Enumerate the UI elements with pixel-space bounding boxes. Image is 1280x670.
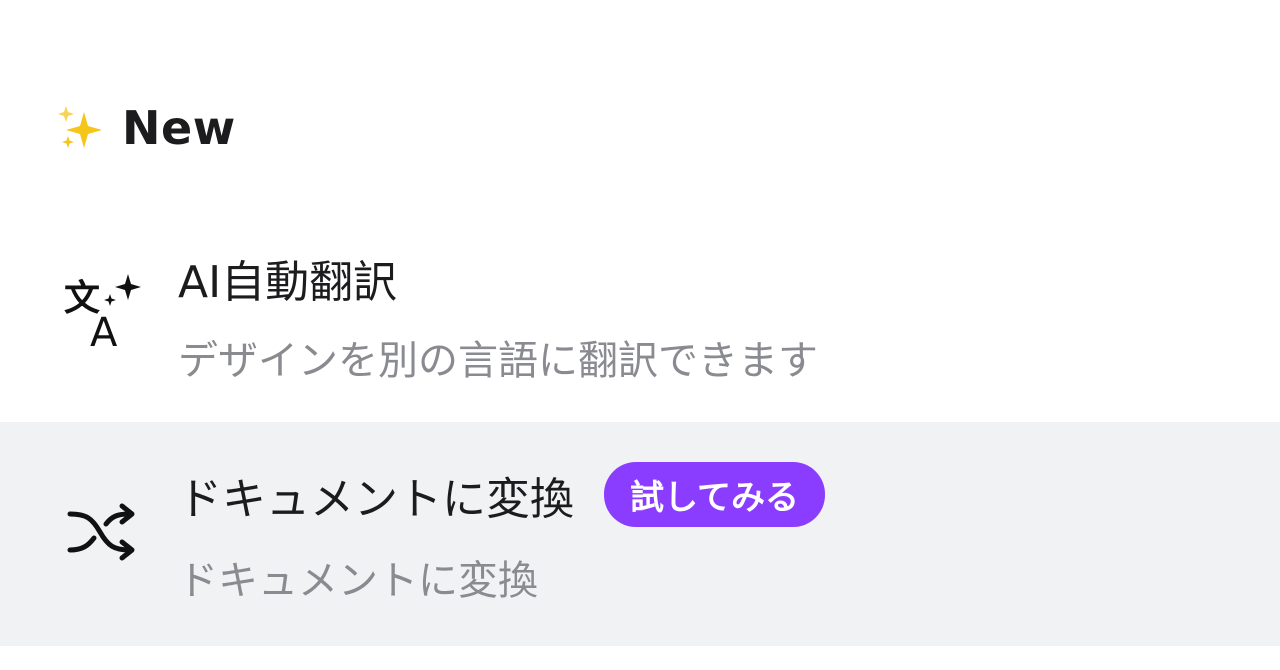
menu-item-ai-translate[interactable]: 文 A AI自動翻訳 デザインを別の言語に翻訳できます [0,226,1280,420]
new-features-panel: New 文 A AI自動翻訳 デザインを別の言語に翻訳できます ドキュメントに変… [0,0,1280,670]
item-title: ドキュメントに変換 [178,473,574,525]
item-description: ドキュメントに変換 [178,558,538,604]
svg-text:A: A [90,310,118,352]
shuffle-icon [67,503,135,561]
item-title: AI自動翻訳 [178,257,398,308]
section-title: New [122,101,236,155]
menu-item-convert-to-doc[interactable]: ドキュメントに変換 試してみる ドキュメントに変換 [0,422,1280,646]
try-it-badge[interactable]: 試してみる [604,462,825,527]
item-title-row: ドキュメントに変換 試してみる [178,462,825,527]
item-description: デザインを別の言語に翻訳できます [178,338,818,384]
sparkles-icon [58,106,102,148]
translate-sparkle-icon: 文 A [64,274,141,352]
section-header: New [54,98,236,158]
